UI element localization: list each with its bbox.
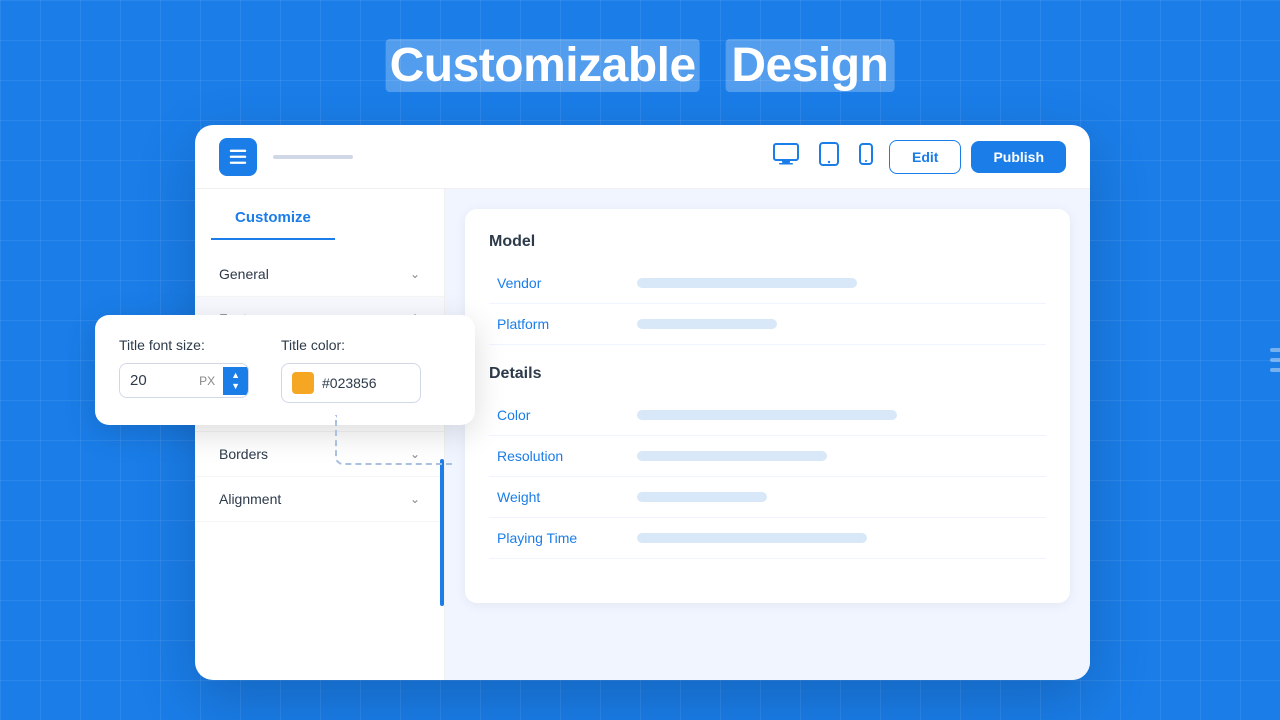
font-size-value[interactable]	[120, 364, 191, 397]
font-size-group: Title font size: PX ▲ ▼	[119, 337, 249, 398]
weight-value	[629, 477, 1046, 518]
vendor-value	[629, 263, 1046, 304]
right-decoration	[1270, 348, 1280, 372]
details-table: Color Resolution Weight Playing Time	[489, 395, 1046, 559]
preview-pane: Model Vendor Platform Details Color	[445, 189, 1090, 680]
details-section-title: Details	[489, 365, 1046, 383]
table-row: Vendor	[489, 263, 1046, 304]
tablet-icon[interactable]	[819, 142, 839, 172]
sidebar-scrollbar	[440, 459, 444, 606]
color-swatch[interactable]	[292, 372, 314, 394]
page-title: Customizable Design	[386, 38, 895, 93]
general-label: General	[219, 266, 269, 282]
dashed-connector	[335, 415, 455, 465]
alignment-label: Alignment	[219, 491, 281, 507]
font-size-unit-label: PX	[191, 366, 223, 396]
color-hex-value: #023856	[322, 375, 377, 391]
sidebar-item-alignment[interactable]: Alignment ⌄	[195, 477, 444, 522]
table-row: Weight	[489, 477, 1046, 518]
logo-icon	[227, 146, 249, 168]
platform-value	[629, 304, 1046, 345]
font-size-label: Title font size:	[119, 337, 249, 353]
tooltip-row: Title font size: PX ▲ ▼ Title color: #02…	[119, 337, 451, 403]
table-row: Color	[489, 395, 1046, 436]
vendor-label: Vendor	[489, 263, 629, 304]
arrow-down-icon[interactable]: ▼	[231, 382, 240, 391]
model-table: Vendor Platform	[489, 263, 1046, 345]
font-size-stepper[interactable]: ▲ ▼	[223, 367, 248, 395]
table-row: Resolution	[489, 436, 1046, 477]
model-section-title: Model	[489, 233, 1046, 251]
preview-card: Model Vendor Platform Details Color	[465, 209, 1070, 603]
mobile-icon[interactable]	[859, 143, 873, 171]
resolution-value	[629, 436, 1046, 477]
color-input[interactable]: #023856	[281, 363, 421, 403]
table-row: Platform	[489, 304, 1046, 345]
resolution-label: Resolution	[489, 436, 629, 477]
title-word2: Design	[725, 39, 894, 92]
toolbar-actions: Edit Publish	[889, 140, 1066, 174]
chevron-down-icon: ⌄	[410, 267, 420, 281]
color-group: Title color: #023856	[281, 337, 421, 403]
desktop-icon[interactable]	[773, 143, 799, 171]
title-word1: Customizable	[386, 39, 700, 92]
edit-button[interactable]: Edit	[889, 140, 961, 174]
color-label: Color	[489, 395, 629, 436]
borders-label: Borders	[219, 446, 268, 462]
color-value	[629, 395, 1046, 436]
arrow-up-icon[interactable]: ▲	[231, 371, 240, 380]
chevron-down-icon: ⌄	[410, 492, 420, 506]
playing-time-value	[629, 518, 1046, 559]
color-label: Title color:	[281, 337, 421, 353]
playing-time-label: Playing Time	[489, 518, 629, 559]
platform-label: Platform	[489, 304, 629, 345]
weight-label: Weight	[489, 477, 629, 518]
table-row: Playing Time	[489, 518, 1046, 559]
font-size-input[interactable]: PX ▲ ▼	[119, 363, 249, 398]
customize-tab[interactable]: Customize	[211, 209, 335, 240]
toolbar: Edit Publish	[195, 125, 1090, 189]
toolbar-bar	[273, 155, 353, 159]
content-area: Customize General ⌄ Font ⌃ Colors ⌄ Layo…	[195, 189, 1090, 680]
publish-button[interactable]: Publish	[971, 141, 1066, 173]
tooltip-card: Title font size: PX ▲ ▼ Title color: #02…	[95, 315, 475, 425]
device-switcher	[773, 142, 873, 172]
sidebar-item-general[interactable]: General ⌄	[195, 252, 444, 297]
app-logo	[219, 138, 257, 176]
